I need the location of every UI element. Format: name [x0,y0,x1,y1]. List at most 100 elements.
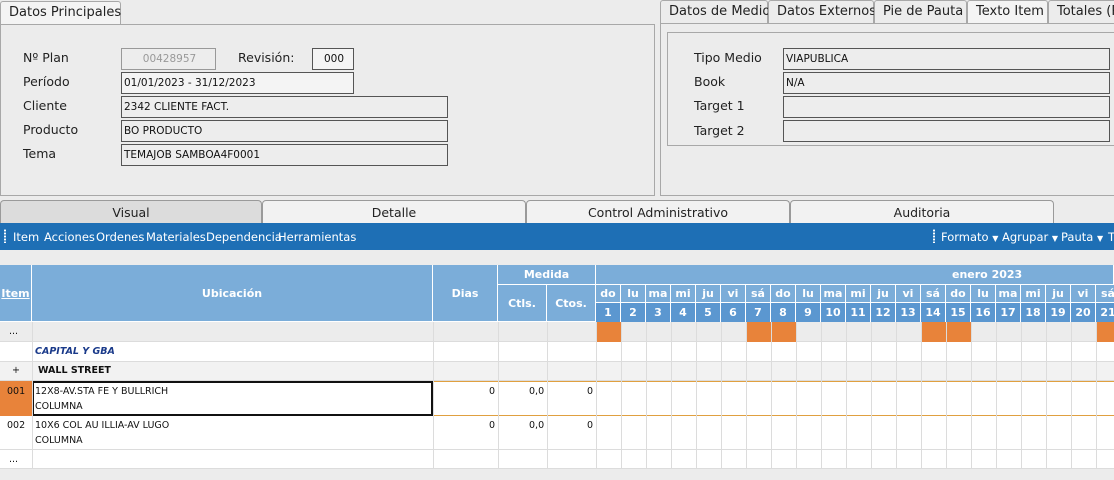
menu-formato-label: Formato [941,230,989,244]
day-number-header[interactable]: 19 [1046,303,1071,322]
day-name-header: do [946,285,971,303]
nplan-field[interactable]: 00428957 [121,48,216,70]
menu-herramientas[interactable]: Herramientas [278,230,356,244]
day-name-header: ju [871,285,896,303]
day-number-header[interactable]: 13 [896,303,921,322]
day-number-header[interactable]: 2 [621,303,646,322]
day-number-header[interactable]: 11 [846,303,871,322]
row-dias: 0 [489,386,496,397]
menu-formato[interactable]: Formato ▼ [941,230,998,244]
day-number-header[interactable]: 1 [596,303,621,322]
grid-column-line [621,322,622,469]
day-number-header[interactable]: 21 [1096,303,1114,322]
revision-field[interactable]: 000 [312,48,354,70]
tab-control-administrativo[interactable]: Control Administrativo [526,200,790,223]
day-name-header: lu [796,285,821,303]
day-name-header: vi [1071,285,1096,303]
caret-down-icon: ▼ [992,234,999,243]
target1-field[interactable] [783,96,1110,118]
menu-agrupar[interactable]: Agrupar ▼ [1002,230,1058,244]
day-number-header[interactable]: 7 [746,303,771,322]
item-header-label: Item [1,287,30,300]
row-ubicacion-line2: COLUMNA [35,401,83,412]
row-item-number: 002 [7,420,26,431]
day-name-header: lu [971,285,996,303]
weekend-cell [596,322,621,342]
day-number-header[interactable]: 10 [821,303,846,322]
day-number-header[interactable]: 9 [796,303,821,322]
producto-field[interactable]: BO PRODUCTO [121,120,448,142]
nplan-label: Nº Plan [23,50,69,65]
tab-pie-de-pauta[interactable]: Pie de Pauta [874,0,967,24]
day-name-header: mi [1021,285,1046,303]
menu-ordenes[interactable]: Ordenes [96,230,144,244]
periodo-field[interactable]: 01/01/2023 - 31/12/2023 [121,72,354,94]
day-name-header: do [771,285,796,303]
subgroup-label: WALL STREET [38,365,111,376]
menu-pauta[interactable]: Pauta ▼ [1061,230,1103,244]
grid-column-line [771,322,772,469]
menu-pauta-label: Pauta [1061,230,1094,244]
day-number-header[interactable]: 15 [946,303,971,322]
weekend-cell [771,322,796,342]
day-number-header[interactable]: 20 [1071,303,1096,322]
weekend-cell [921,322,946,342]
day-number-header[interactable]: 6 [721,303,746,322]
day-number-header[interactable]: 8 [771,303,796,322]
target2-field[interactable] [783,120,1110,142]
cliente-label: Cliente [23,98,67,113]
medida-column-header: Medida [498,265,596,285]
day-number-header[interactable]: 3 [646,303,671,322]
grid-column-line [871,322,872,469]
menu-t[interactable]: T [1108,230,1114,244]
day-number-header[interactable]: 5 [696,303,721,322]
day-number-header[interactable]: 12 [871,303,896,322]
ctos-column-header[interactable]: Ctos. [547,285,596,322]
tipo-medio-field[interactable]: VIAPUBLICA [783,48,1110,70]
day-name-header: ma [821,285,846,303]
day-number-header[interactable]: 16 [971,303,996,322]
day-number-header[interactable]: 4 [671,303,696,322]
tab-datos-de-medio[interactable]: Datos de Medio [660,0,770,24]
grid-column-line [896,322,897,469]
tema-field[interactable]: TEMAJOB SAMBOA4F0001 [121,144,448,166]
ubicacion-column-header[interactable]: Ubicación [32,265,433,322]
book-field[interactable]: N/A [783,72,1110,94]
grid-column-line [433,322,434,469]
day-name-header: vi [896,285,921,303]
tab-datos-principales[interactable]: Datos Principales [0,1,121,25]
expand-icon[interactable]: + [12,365,20,376]
day-number-header[interactable]: 18 [1021,303,1046,322]
row-dias: 0 [489,420,496,431]
menu-dependencia[interactable]: Dependencia [206,230,282,244]
grid-column-line [1096,322,1097,469]
month-header: enero 2023 [596,265,1114,285]
dias-column-header[interactable]: Dias [433,265,498,322]
tab-detalle[interactable]: Detalle [262,200,526,223]
day-name-header: ma [646,285,671,303]
grid-column-line [1046,322,1047,469]
grid-column-line [996,322,997,469]
day-number-header[interactable]: 14 [921,303,946,322]
day-number-header[interactable]: 17 [996,303,1021,322]
day-name-header: sá [746,285,771,303]
menu-acciones[interactable]: Acciones [44,230,95,244]
grid-column-line [846,322,847,469]
item-column-header[interactable]: Item [0,265,32,322]
day-name-header: mi [846,285,871,303]
menu-materiales[interactable]: Materiales [146,230,206,244]
tab-texto-item[interactable]: Texto Item [967,0,1048,24]
weekend-cell [746,322,771,342]
tab-totales[interactable]: Totales (R [1048,0,1114,24]
grid-column-line [671,322,672,469]
day-name-header: mi [671,285,696,303]
target2-label: Target 2 [694,123,745,138]
menu-item[interactable]: Item [13,230,39,244]
day-name-header: lu [621,285,646,303]
cliente-field[interactable]: 2342 CLIENTE FACT. [121,96,448,118]
ctls-column-header[interactable]: Ctls. [498,285,547,322]
tab-visual[interactable]: Visual [0,200,262,223]
row-ellipsis: ... [9,326,19,337]
tab-datos-externos[interactable]: Datos Externos [768,0,876,24]
tab-auditoria[interactable]: Auditoria [790,200,1054,223]
